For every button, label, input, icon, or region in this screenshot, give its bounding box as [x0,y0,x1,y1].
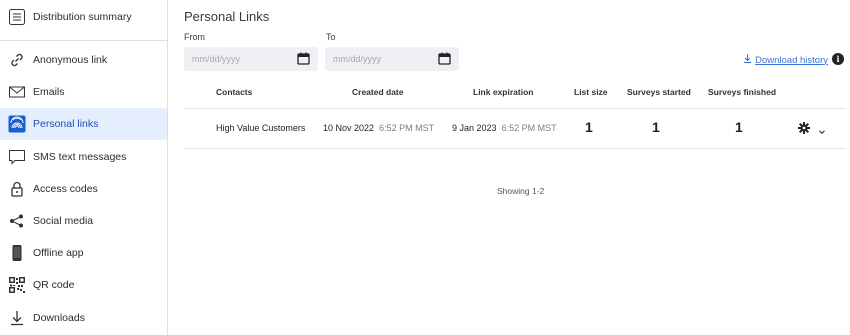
sidebar-item-anonymous-link[interactable]: Anonymous link [0,44,167,76]
list-size-cell: 1 [585,119,593,135]
column-header-surveys-finished[interactable]: Surveys finished [708,87,776,97]
sidebar-item-sms-text-messages[interactable]: SMS text messages [0,141,167,173]
link-icon [8,51,26,69]
sidebar-item-label: SMS text messages [33,151,127,163]
sidebar-item-personal-links[interactable]: Personal links [0,108,167,140]
table-row-divider [184,148,846,149]
created-date-cell: 10 Nov 2022 6:52 PM MST [323,123,434,133]
pagination-status: Showing 1-2 [497,186,545,196]
sidebar-item-label: Distribution summary [33,11,132,23]
contacts-cell: High Value Customers [216,123,306,133]
sidebar-item-label: Social media [33,215,94,227]
page-title: Personal Links [184,9,270,24]
chevron-down-icon[interactable] [818,123,826,141]
from-date-field[interactable] [184,47,318,71]
to-date-field[interactable] [325,47,459,71]
to-date-input[interactable] [325,54,425,64]
download-history-label: Download history [755,54,828,66]
table-header-divider [184,108,846,109]
sidebar-item-downloads[interactable]: Downloads [0,302,167,334]
sidebar-item-distribution-summary[interactable]: Distribution summary [0,1,167,33]
link-expiration-cell: 9 Jan 2023 6:52 PM MST [452,123,557,133]
envelope-icon [8,83,26,101]
surveys-finished-cell: 1 [735,119,743,135]
column-header-contacts[interactable]: Contacts [216,87,252,97]
fingerprint-icon [8,115,26,133]
share-icon [8,212,26,230]
download-history-link[interactable]: Download history [743,54,828,66]
created-time: 6:52 PM MST [379,123,435,133]
sidebar-item-label: Offline app [33,247,84,259]
sidebar-item-label: QR code [33,279,75,291]
sidebar-item-label: Personal links [33,118,99,130]
sidebar-item-offline-app[interactable]: Offline app [0,237,167,269]
expiration-time: 6:52 PM MST [501,123,557,133]
gear-icon[interactable] [798,121,810,139]
sidebar-item-label: Access codes [33,183,98,195]
sidebar-item-label: Anonymous link [33,54,108,66]
qr-code-icon [8,276,26,294]
surveys-started-cell: 1 [652,119,660,135]
column-header-created-date[interactable]: Created date [352,87,404,97]
sidebar-item-qr-code[interactable]: QR code [0,269,167,301]
download-icon [743,54,752,66]
sidebar-divider [0,40,167,41]
column-header-list-size[interactable]: List size [574,87,608,97]
column-header-surveys-started[interactable]: Surveys started [627,87,691,97]
info-icon[interactable]: i [832,53,844,65]
from-date-input[interactable] [184,54,284,64]
lock-icon [8,180,26,198]
sidebar-item-social-media[interactable]: Social media [0,205,167,237]
phone-icon [8,244,26,262]
chat-bubble-icon [8,148,26,166]
list-icon [8,8,26,26]
column-header-link-expiration[interactable]: Link expiration [473,87,533,97]
sidebar: Distribution summary Anonymous link Emai… [0,0,168,335]
from-label: From [184,32,205,42]
sidebar-item-label: Downloads [33,312,85,324]
sidebar-item-label: Emails [33,86,65,98]
calendar-icon[interactable] [438,52,451,70]
created-date: 10 Nov 2022 [323,123,375,133]
calendar-icon[interactable] [297,52,310,70]
to-label: To [326,32,336,42]
expiration-date: 9 Jan 2023 [452,123,497,133]
download-icon [8,309,26,327]
sidebar-item-emails[interactable]: Emails [0,76,167,108]
sidebar-item-access-codes[interactable]: Access codes [0,173,167,205]
